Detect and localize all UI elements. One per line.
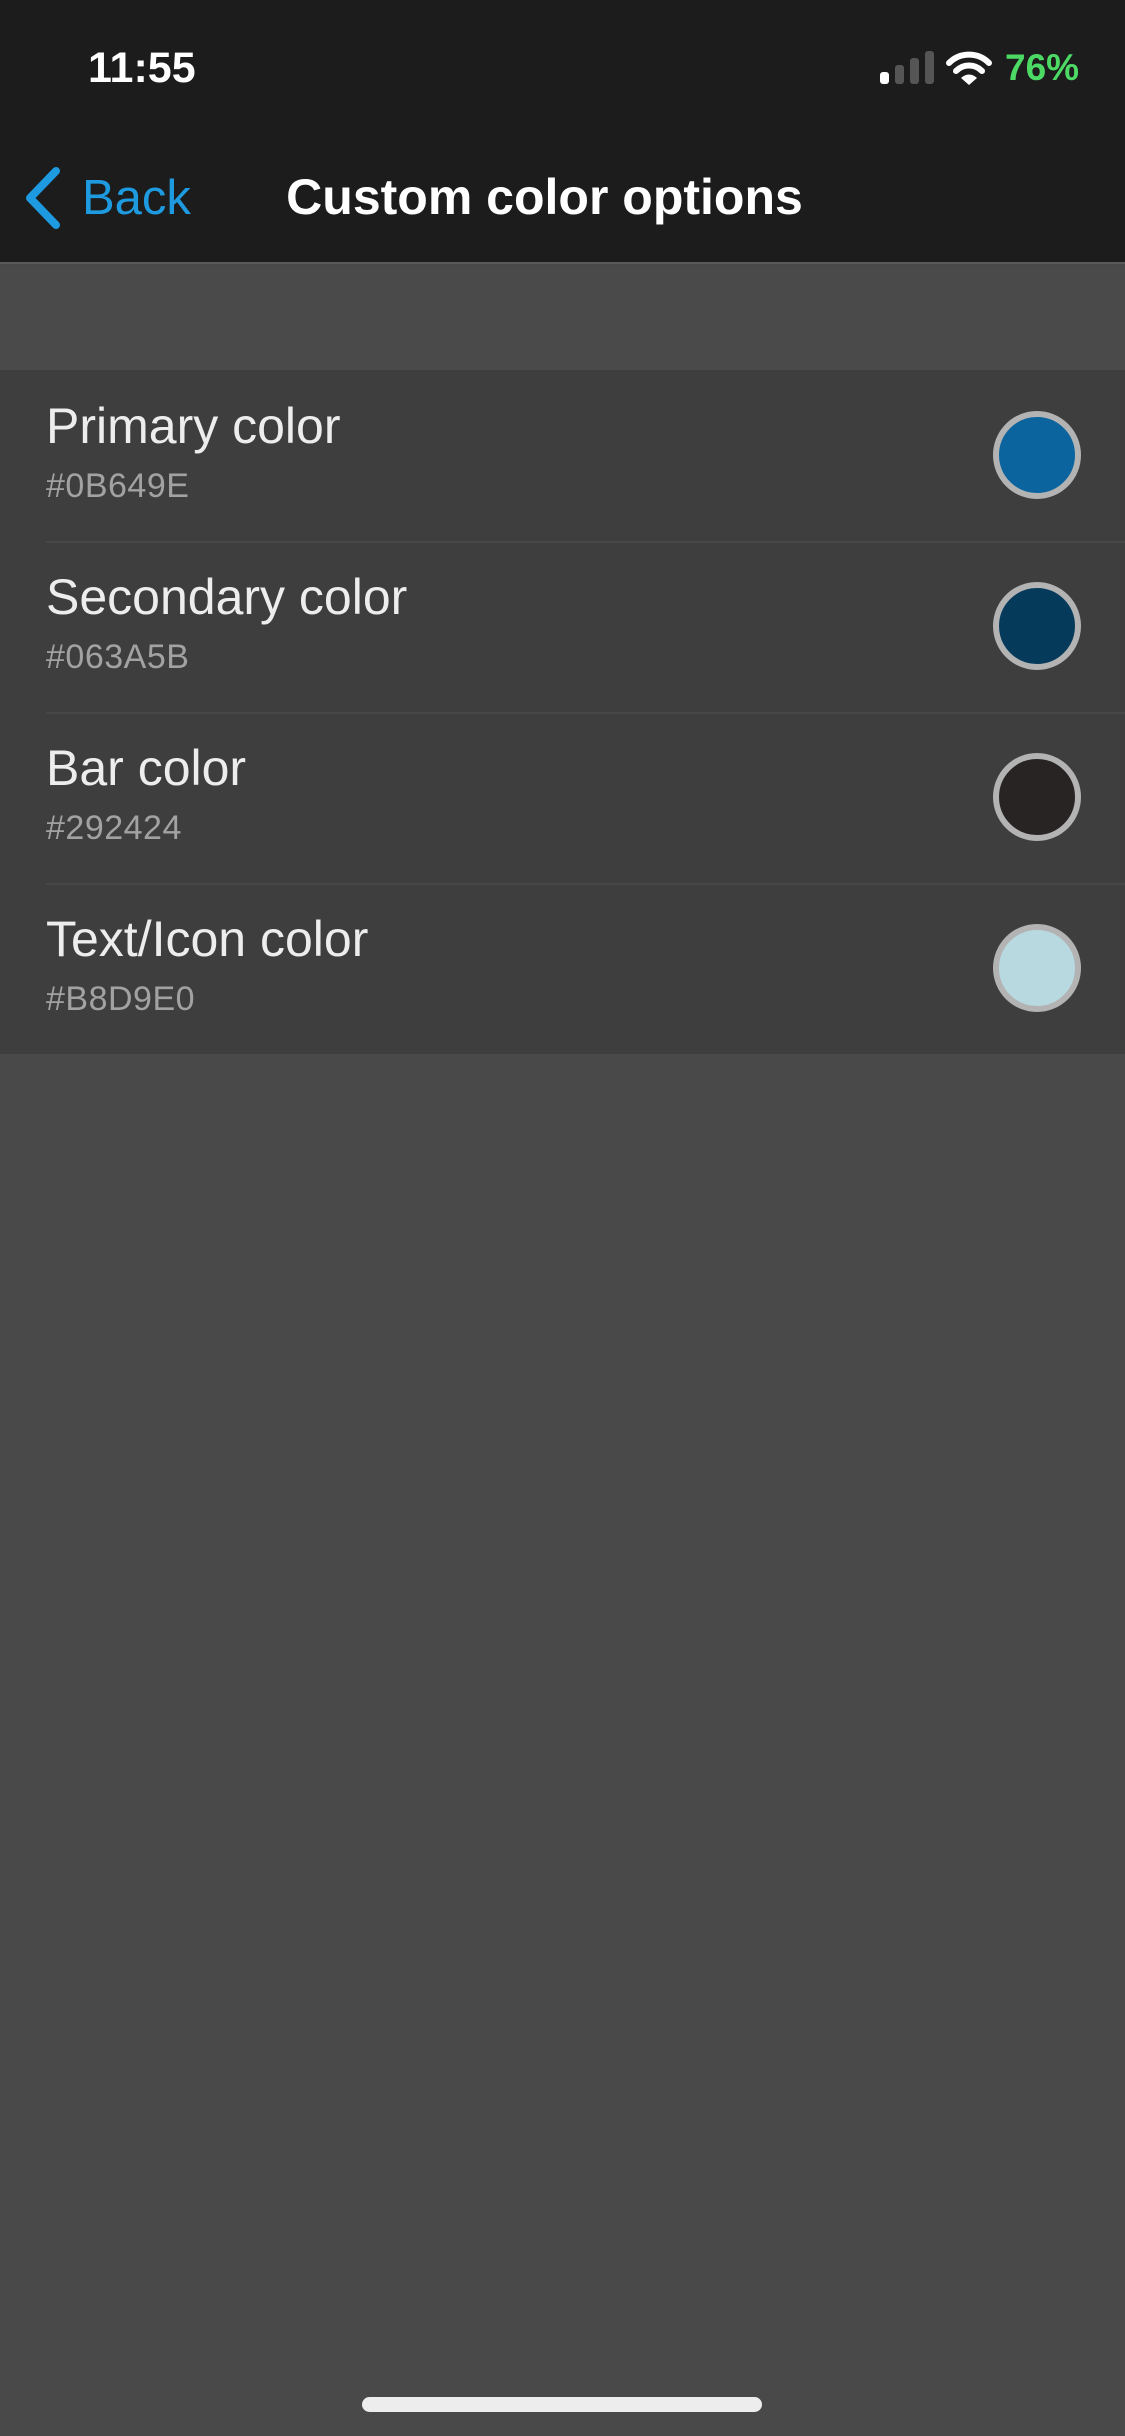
color-option-row-primary[interactable]: Primary color #0B649E	[0, 370, 1125, 541]
color-option-row-text-icon[interactable]: Text/Icon color #B8D9E0	[0, 883, 1125, 1054]
color-swatch[interactable]	[993, 582, 1081, 670]
signal-bar	[910, 58, 919, 84]
color-option-row-secondary[interactable]: Secondary color #063A5B	[0, 541, 1125, 712]
signal-bar	[925, 51, 934, 84]
color-swatch[interactable]	[993, 411, 1081, 499]
color-option-hex: #B8D9E0	[46, 980, 196, 1018]
color-option-label: Primary color	[46, 398, 341, 454]
signal-bar	[895, 65, 904, 84]
color-options-list: Primary color #0B649E Secondary color #0…	[0, 370, 1125, 1054]
wifi-icon	[946, 51, 992, 85]
color-option-row-bar[interactable]: Bar color #292424	[0, 712, 1125, 883]
status-time: 11:55	[88, 44, 196, 92]
color-option-label: Secondary color	[46, 569, 408, 625]
color-option-label: Bar color	[46, 740, 247, 796]
battery-percentage: 76%	[1005, 47, 1080, 88]
color-option-hex: #063A5B	[46, 638, 190, 676]
color-option-label: Text/Icon color	[46, 911, 369, 967]
screen: 11:55 76% Back Custom color options Prim…	[0, 0, 1125, 2436]
color-option-hex: #0B649E	[46, 467, 190, 505]
color-option-hex: #292424	[46, 809, 182, 847]
cellular-signal-icon	[880, 51, 936, 84]
color-swatch[interactable]	[993, 924, 1081, 1012]
signal-bar	[880, 72, 889, 84]
home-indicator[interactable]	[362, 2397, 762, 2412]
top-bar: 11:55 76% Back Custom color options	[0, 0, 1125, 264]
section-header	[0, 266, 1125, 370]
color-swatch[interactable]	[993, 753, 1081, 841]
page-title: Custom color options	[286, 169, 803, 225]
